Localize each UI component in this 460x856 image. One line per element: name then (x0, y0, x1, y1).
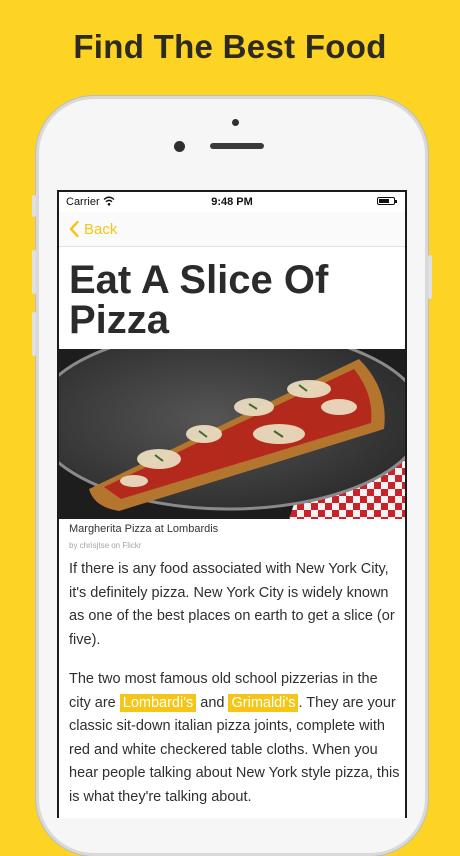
chevron-left-icon (69, 220, 79, 238)
status-bar: Carrier 9:48 PM (59, 192, 405, 212)
navigation-bar: Back (59, 212, 405, 247)
grimaldis-link[interactable]: Grimaldi's (228, 693, 299, 712)
lombardis-link[interactable]: Lombardi's (119, 693, 197, 712)
pizza-photo (59, 349, 405, 519)
image-credit: by chrisjtse on Flickr (69, 541, 142, 550)
volume-down-button (32, 312, 36, 356)
article-paragraph-1: If there is any food associated with New… (69, 561, 395, 648)
volume-up-button (32, 250, 36, 294)
article-paragraph-2: The two most famous old school pizzerias… (69, 668, 403, 809)
hero-image (59, 349, 405, 519)
back-button-label: Back (84, 220, 118, 238)
paragraph-text: and (196, 694, 229, 711)
mute-switch (32, 195, 36, 217)
app-screen: Carrier 9:48 PM Back Eat A Slice Of Pizz… (57, 190, 407, 818)
back-button[interactable]: Back (68, 217, 117, 241)
earpiece-speaker (210, 143, 264, 149)
proximity-sensor (232, 119, 239, 126)
front-camera (174, 141, 185, 152)
status-time: 9:48 PM (211, 196, 253, 208)
image-caption: Margherita Pizza at Lombardis (69, 523, 219, 535)
battery-icon (377, 197, 397, 205)
article-title: Eat A Slice Of Pizza (69, 258, 329, 342)
power-button (428, 255, 432, 299)
promo-title: Find The Best Food (73, 28, 387, 65)
